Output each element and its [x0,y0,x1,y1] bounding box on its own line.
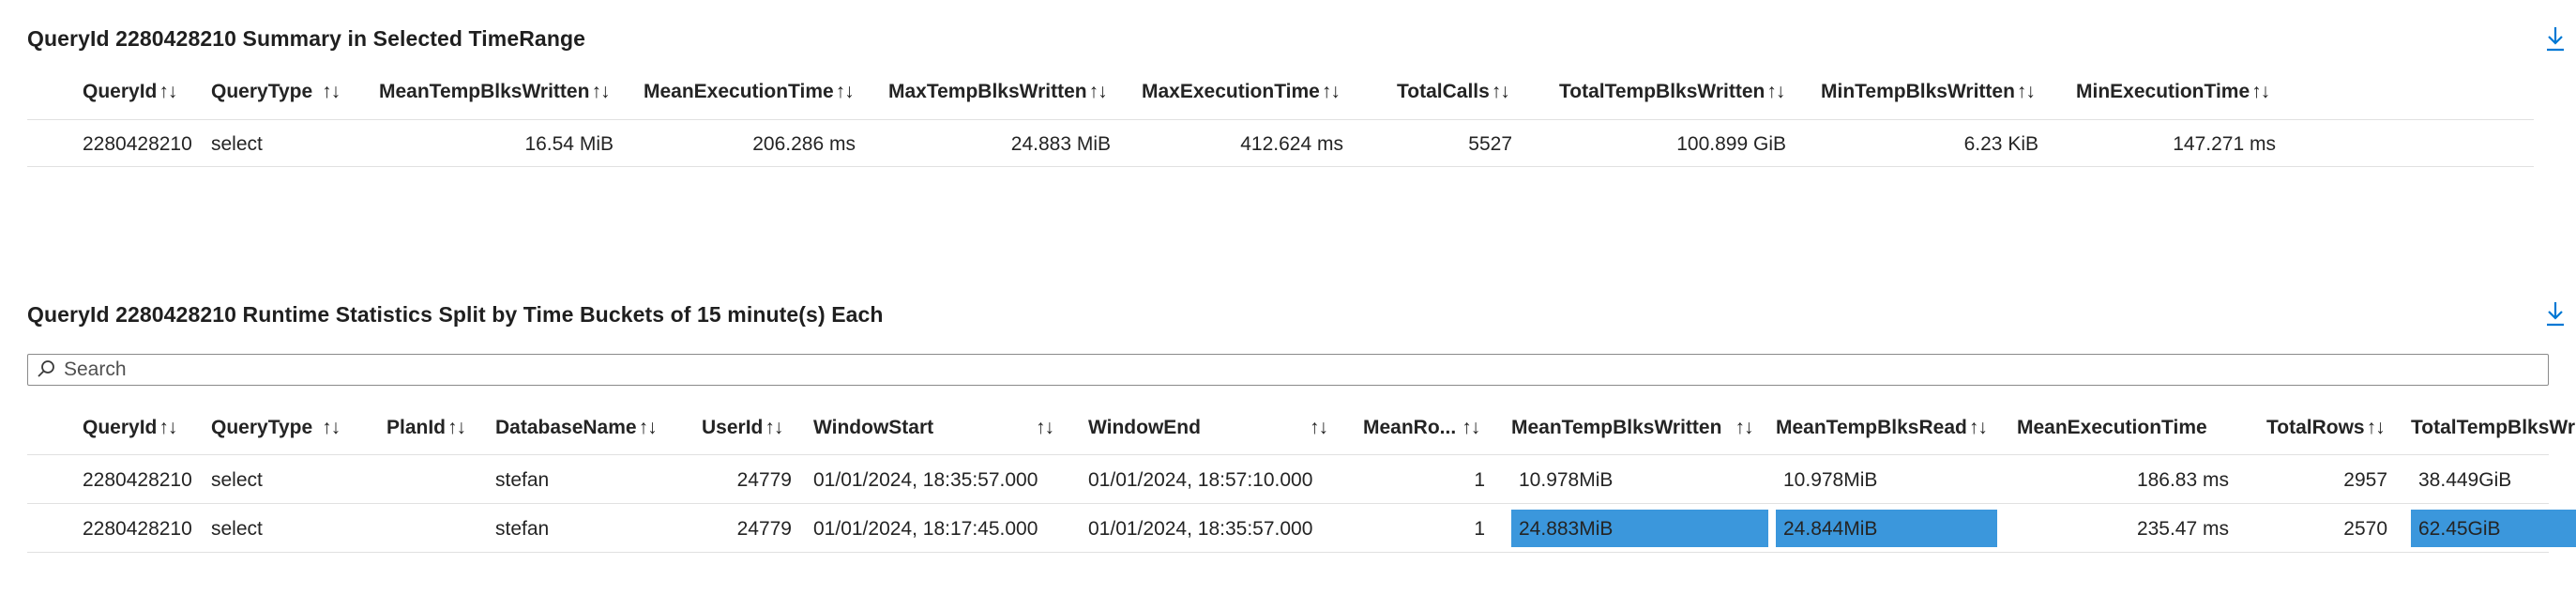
runtime-header-queryid[interactable]: QueryId↑↓ [83,417,177,439]
runtime-row1-databasename: stefan [495,469,550,491]
runtime-header-totalrows[interactable]: TotalRows↑↓ [2266,417,2386,439]
summary-cell-maxtempblkswritten: 24.883 MiB [1010,133,1111,155]
runtime-row2-meantempblkswritten: 24.883MiB [1519,518,1614,540]
sort-arrows-icon: ↑↓ [835,81,855,102]
summary-header-meantempblkswritten[interactable]: MeanTempBlksWritten↑↓ [379,81,610,103]
runtime-row1-totaltempblkswritten: 38.449GiB [2418,469,2512,491]
runtime-row1-windowend: 01/01/2024, 18:57:10.000 [1088,469,1313,491]
runtime-header-querytype[interactable]: QueryType ↑↓ [211,417,341,439]
runtime-row1-queryid: 2280428210 [83,469,192,491]
runtime-header-meanrows[interactable]: MeanRo... ↑↓ [1363,417,1480,439]
sort-arrows-icon: ↑↓ [1462,417,1480,438]
runtime-header-databasename[interactable]: DatabaseName↑↓ [495,417,658,439]
runtime-header-meanexecutiontime[interactable]: MeanExecutionTime [2017,417,2207,439]
summary-header-queryid[interactable]: QueryId↑↓ [83,81,177,103]
summary-header-meanexecutiontime[interactable]: MeanExecutionTime↑↓ [644,81,855,103]
runtime-row1-meantempblkswritten: 10.978MiB [1519,469,1614,491]
sort-arrows-icon: ↑↓ [2366,417,2386,438]
sort-arrows-icon: ↑↓ [322,81,341,102]
runtime-bottom-divider [27,552,2549,553]
sort-arrows-icon: ↑↓ [638,417,658,438]
runtime-row2-meantempblksread: 24.844MiB [1783,518,1878,540]
runtime-header-userid[interactable]: UserId↑↓ [702,417,783,439]
sort-arrows-icon: ↑↓ [1088,81,1108,102]
sort-arrows-icon: ↑↓ [591,81,610,102]
summary-header-querytype[interactable]: QueryType ↑↓ [211,81,341,103]
summary-row-divider [27,166,2534,167]
runtime-row1-meanexecutiontime: 186.83 ms [2136,469,2229,491]
summary-cell-mintempblkswritten: 6.23 KiB [1963,133,2038,155]
sort-arrows-icon[interactable]: ↑↓ [1036,417,1054,439]
search-input[interactable] [64,357,2503,383]
sort-arrows-icon: ↑↓ [1766,81,1785,102]
runtime-row2-windowstart: 01/01/2024, 18:17:45.000 [813,518,1038,540]
summary-header-divider [27,119,2534,120]
runtime-row1-querytype: select [211,469,263,491]
runtime-row2-meanexecutiontime: 235.47 ms [2136,518,2229,540]
runtime-row2-totaltempblkswritten: 62.45GiB [2418,518,2501,540]
runtime-header-planid[interactable]: PlanId↑↓ [386,417,466,439]
runtime-row2-totalrows: 2570 [2343,518,2387,540]
runtime-header-divider [27,454,2549,455]
sort-arrows-icon: ↑↓ [159,81,177,102]
summary-cell-meanexecutiontime: 206.286 ms [752,133,856,155]
summary-cell-maxexecutiontime: 412.624 ms [1240,133,1343,155]
sort-arrows-icon: ↑↓ [322,417,341,438]
sort-arrows-icon: ↑↓ [2251,81,2270,102]
summary-cell-queryid: 2280428210 [83,133,192,155]
runtime-row2-windowend: 01/01/2024, 18:35:57.000 [1088,518,1313,540]
summary-cell-totalcalls: 5527 [1468,133,1512,155]
runtime-header-windowstart[interactable]: WindowStart [813,417,933,439]
summary-header-maxexecutiontime[interactable]: MaxExecutionTime↑↓ [1142,81,1341,103]
runtime-row1-meanrows: 1 [1474,469,1485,491]
summary-title: QueryId 2280428210 Summary in Selected T… [27,26,586,51]
runtime-row2-meanrows: 1 [1474,518,1485,540]
summary-header-totaltempblkswritten[interactable]: TotalTempBlksWritten↑↓ [1559,81,1785,103]
runtime-row2-querytype: select [211,518,263,540]
summary-cell-meantempblkswritten: 16.54 MiB [524,133,614,155]
runtime-row1-meantempblksread: 10.978MiB [1783,469,1878,491]
summary-header-mintempblkswritten[interactable]: MinTempBlksWritten↑↓ [1821,81,2036,103]
sort-arrows-icon[interactable]: ↑↓ [1310,417,1328,439]
runtime-header-meantempblkswritten[interactable]: MeanTempBlksWritten ↑↓ [1511,417,1753,439]
runtime-header-totaltempblkswritten[interactable]: TotalTempBlksWr [2411,417,2575,439]
runtime-row2-databasename: stefan [495,518,550,540]
summary-download-icon[interactable] [2544,25,2567,52]
summary-header-totalcalls[interactable]: TotalCalls↑↓ [1397,81,1510,103]
runtime-row1-totalrows: 2957 [2343,469,2387,491]
summary-header-minexecutiontime[interactable]: MinExecutionTime↑↓ [2076,81,2270,103]
search-icon [38,360,54,377]
summary-header-maxtempblkswritten[interactable]: MaxTempBlksWritten↑↓ [888,81,1108,103]
search-box[interactable] [27,354,2549,386]
runtime-row-divider [27,503,2549,504]
sort-arrows-icon: ↑↓ [1491,81,1510,102]
runtime-header-meantempblksread[interactable]: MeanTempBlksRead↑↓ [1776,417,1988,439]
summary-cell-totaltempblkswritten: 100.899 GiB [1676,133,1786,155]
runtime-title: QueryId 2280428210 Runtime Statistics Sp… [27,302,884,327]
runtime-row1-userid: 24779 [736,469,792,491]
runtime-row1-windowstart: 01/01/2024, 18:35:57.000 [813,469,1038,491]
sort-arrows-icon: ↑↓ [1968,417,1988,438]
sort-arrows-icon: ↑↓ [2016,81,2036,102]
runtime-row2-queryid: 2280428210 [83,518,192,540]
summary-cell-minexecutiontime: 147.271 ms [2173,133,2276,155]
sort-arrows-icon: ↑↓ [765,417,783,438]
runtime-header-windowend[interactable]: WindowEnd [1088,417,1201,439]
summary-cell-querytype: select [211,133,263,155]
sort-arrows-icon: ↑↓ [1321,81,1341,102]
sort-arrows-icon: ↑↓ [447,417,466,438]
runtime-download-icon[interactable] [2544,300,2567,327]
runtime-row2-userid: 24779 [736,518,792,540]
sort-arrows-icon: ↑↓ [1735,417,1753,438]
sort-arrows-icon: ↑↓ [159,417,177,438]
